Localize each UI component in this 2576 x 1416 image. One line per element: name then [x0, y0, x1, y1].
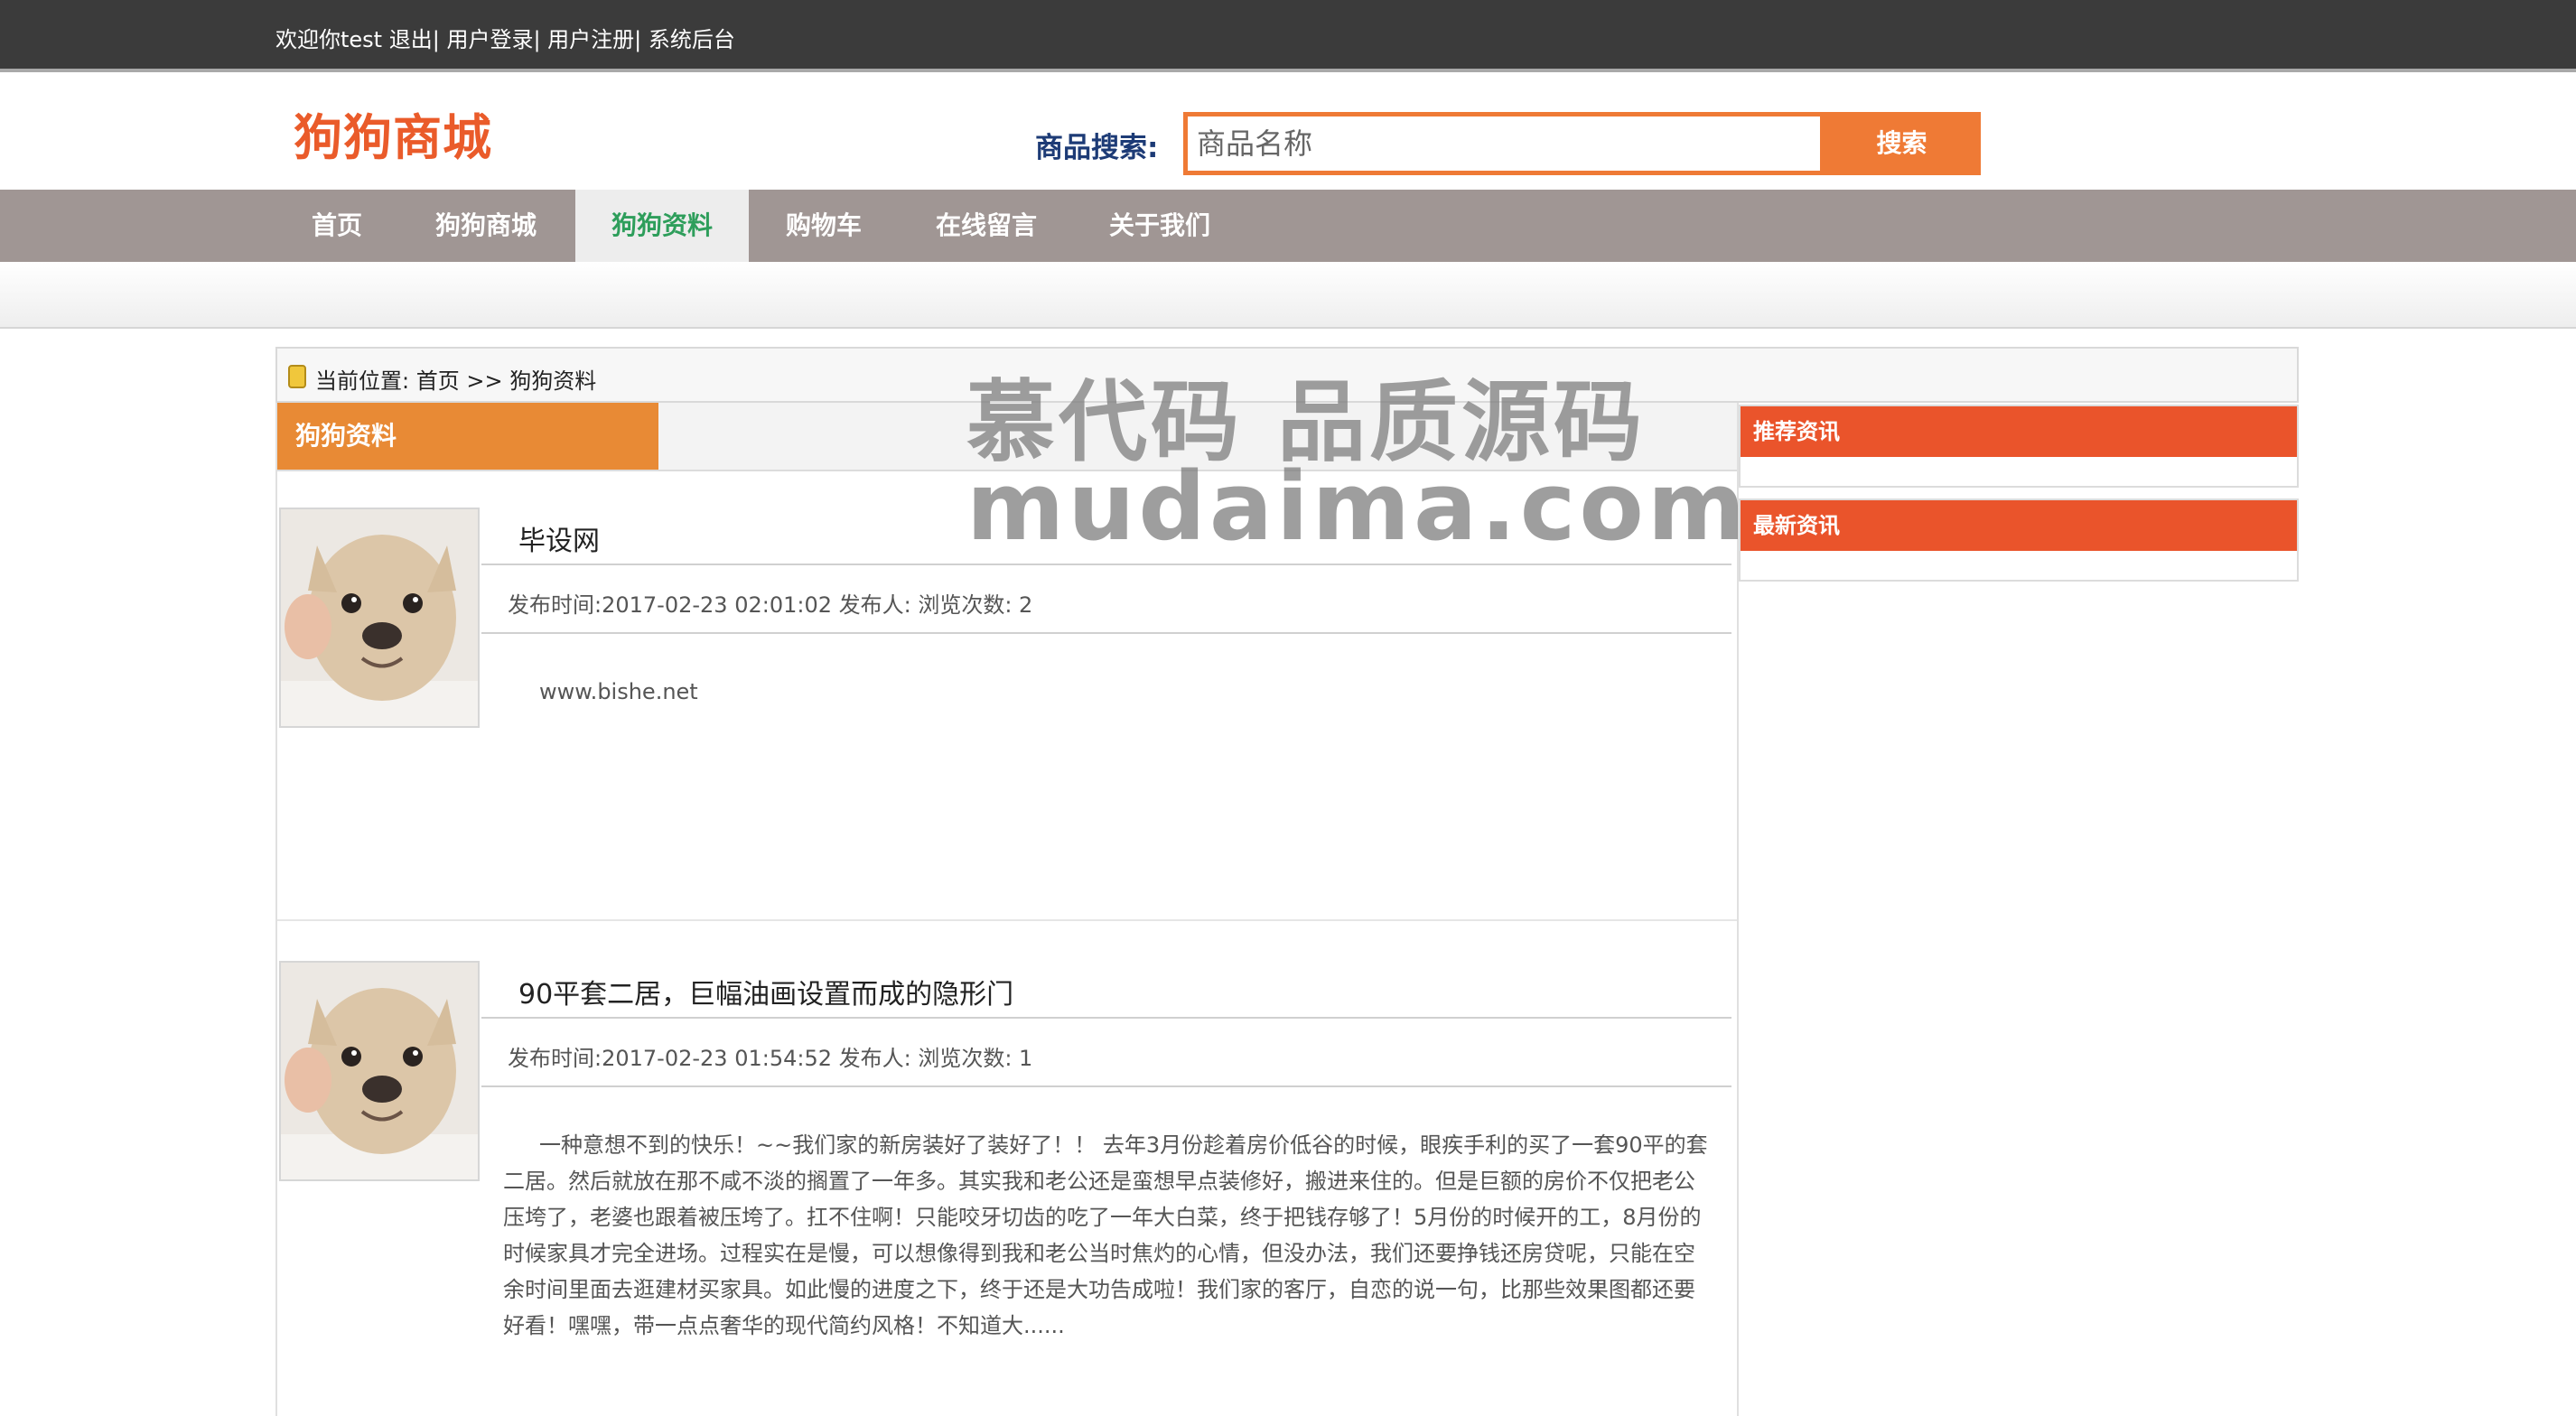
- article-meta: 发布时间:2017-02-23 02:01:02 发布人: 浏览次数: 2: [508, 592, 1033, 618]
- top-bar: 欢迎你test 退出| 用户登录| 用户注册| 系统后台: [0, 0, 2576, 72]
- search-input[interactable]: [1183, 112, 1825, 175]
- divider: [481, 1017, 1731, 1019]
- article-excerpt: www.bishe.net: [539, 679, 698, 704]
- search-button[interactable]: 搜索: [1823, 112, 1981, 175]
- article-title[interactable]: 毕设网: [518, 518, 600, 558]
- breadcrumb-text: 当前位置: 首页 >> 狗狗资料: [315, 368, 597, 394]
- watermark-url: mudaima.com: [966, 452, 1750, 562]
- nav-item-home[interactable]: 首页: [287, 190, 387, 262]
- article-excerpt: 一种意想不到的快乐！~~我们家的新房装好了装好了！！ 去年3月份趁着房价低谷的时…: [503, 1132, 1708, 1338]
- header-band: [0, 262, 2576, 329]
- sidebar-latest: 最新资讯: [1739, 498, 2299, 582]
- article-item: 90平套二居，巨幅油画设置而成的隐形门 发布时间:2017-02-23 01:5…: [277, 961, 1737, 1412]
- nav-item-cart[interactable]: 购物车: [770, 190, 878, 262]
- article-thumbnail[interactable]: [279, 961, 480, 1181]
- nav-item-messages[interactable]: 在线留言: [921, 190, 1051, 262]
- logout-link[interactable]: 退出: [389, 27, 433, 52]
- section-title: 狗狗资料: [277, 403, 658, 470]
- nav-item-shop[interactable]: 狗狗商城: [417, 190, 555, 262]
- site-logo[interactable]: 狗狗商城: [294, 98, 492, 169]
- nav-item-dog-info[interactable]: 狗狗资料: [575, 190, 749, 262]
- register-link[interactable]: 用户注册: [547, 27, 634, 52]
- welcome-text: 欢迎你test: [275, 27, 383, 52]
- sidebar-recommended-title: 推荐资讯: [1741, 406, 2297, 457]
- top-links: 欢迎你test 退出| 用户登录| 用户注册| 系统后台: [275, 27, 735, 52]
- nav-item-about[interactable]: 关于我们: [1095, 190, 1225, 262]
- article-meta: 发布时间:2017-02-23 01:54:52 发布人: 浏览次数: 1: [508, 1046, 1033, 1071]
- search-label: 商品搜索:: [1035, 132, 1159, 164]
- main-nav: 首页 狗狗商城 狗狗资料 购物车 在线留言 关于我们: [0, 190, 2576, 262]
- divider: [481, 564, 1731, 565]
- article-title[interactable]: 90平套二居，巨幅油画设置而成的隐形门: [518, 972, 1013, 1011]
- sidebar-recommended: 推荐资讯: [1739, 405, 2299, 488]
- location-icon: [288, 365, 306, 388]
- divider: [481, 632, 1731, 634]
- article-separator: [277, 919, 1737, 921]
- divider: [481, 1085, 1731, 1087]
- admin-link[interactable]: 系统后台: [649, 27, 735, 52]
- article-thumbnail[interactable]: [279, 508, 480, 728]
- login-link[interactable]: 用户登录: [446, 27, 533, 52]
- dog-photo-icon: [281, 509, 478, 726]
- dog-photo-icon: [281, 963, 478, 1179]
- sidebar-latest-title: 最新资讯: [1741, 500, 2297, 551]
